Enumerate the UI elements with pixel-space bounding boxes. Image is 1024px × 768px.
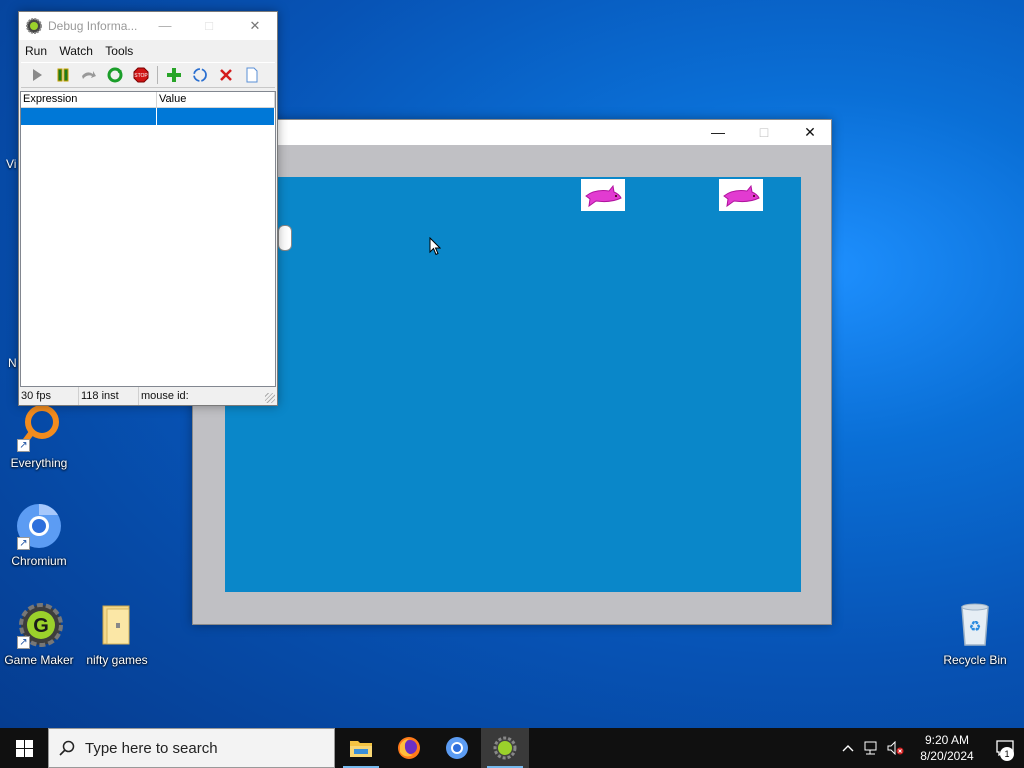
file-explorer-icon bbox=[350, 741, 372, 757]
desktop-icon-label: nifty games bbox=[86, 653, 148, 667]
svg-text:G: G bbox=[33, 615, 49, 637]
game-maker-app-icon bbox=[26, 18, 42, 37]
notification-center-button[interactable]: 1 bbox=[986, 728, 1024, 768]
mouse-cursor-icon bbox=[429, 236, 442, 259]
game-maker-icon: G ↗ bbox=[15, 601, 63, 649]
step-icon[interactable] bbox=[76, 64, 102, 86]
shark-icon bbox=[581, 179, 625, 211]
desktop-icon-label: Recycle Bin bbox=[943, 653, 1007, 667]
status-fps: 30 fps bbox=[19, 387, 79, 405]
taskbar-search-box[interactable]: Type here to search bbox=[48, 728, 335, 768]
taskbar-chromium[interactable] bbox=[433, 728, 481, 768]
desktop-icon-label: Game Maker bbox=[4, 653, 74, 667]
debug-information-window[interactable]: Debug Informa... — □ ✕ Run Watch Tools S… bbox=[18, 11, 278, 406]
start-button[interactable] bbox=[0, 728, 48, 768]
network-icon[interactable] bbox=[860, 728, 884, 768]
notification-count-badge: 1 bbox=[1000, 747, 1014, 761]
desktop-icon-everything[interactable]: ↗ Everything bbox=[0, 404, 78, 470]
debug-menubar: Run Watch Tools bbox=[19, 40, 277, 62]
game-window-titlebar[interactable]: — □ ✕ bbox=[193, 120, 831, 145]
add-watch-icon[interactable] bbox=[161, 64, 187, 86]
recycle-bin-icon: ♻ bbox=[951, 601, 999, 649]
menu-tools[interactable]: Tools bbox=[101, 40, 138, 58]
desktop-icon-nifty-games[interactable]: nifty games bbox=[78, 601, 156, 667]
watch-list-header: Expression Value bbox=[21, 92, 275, 108]
status-mouse-id: mouse id: bbox=[141, 390, 189, 402]
debug-window-title: Debug Informa... bbox=[48, 19, 138, 33]
status-instances: 118 inst bbox=[79, 387, 139, 405]
volume-muted-icon[interactable] bbox=[884, 728, 908, 768]
clock-time: 9:20 AM bbox=[924, 733, 970, 747]
windows-logo-icon bbox=[15, 739, 33, 757]
delete-watch-icon[interactable] bbox=[213, 64, 239, 86]
chevron-up-icon[interactable] bbox=[836, 728, 860, 768]
menu-run[interactable]: Run bbox=[21, 40, 52, 58]
search-placeholder: Type here to search bbox=[85, 739, 218, 757]
folder-icon bbox=[93, 601, 141, 649]
value-cell[interactable] bbox=[157, 108, 275, 125]
column-header-value[interactable]: Value bbox=[157, 92, 275, 107]
shark-icon bbox=[719, 179, 763, 211]
stop-icon[interactable]: STOP bbox=[128, 64, 154, 86]
taskbar-firefox[interactable] bbox=[385, 728, 433, 768]
desktop-partial-label: N bbox=[8, 356, 17, 370]
maximize-button[interactable]: □ bbox=[187, 12, 231, 40]
close-button[interactable]: ✕ bbox=[233, 12, 277, 40]
desktop-icon-recycle-bin[interactable]: ♻ Recycle Bin bbox=[936, 601, 1014, 667]
resize-grip[interactable] bbox=[265, 393, 275, 403]
system-tray: 9:20 AM 8/20/2024 1 bbox=[836, 728, 1024, 768]
toolbar-separator bbox=[157, 66, 158, 84]
debug-statusbar: 30 fps 118 inst mouse id: bbox=[19, 387, 277, 405]
desktop-partial-label: Vi bbox=[6, 157, 17, 171]
menu-watch[interactable]: Watch bbox=[55, 40, 98, 58]
svg-text:♻: ♻ bbox=[969, 619, 982, 635]
debug-toolbar: STOP bbox=[21, 62, 275, 88]
expression-cell[interactable] bbox=[21, 108, 157, 125]
troll-face-icon bbox=[278, 225, 292, 251]
maximize-button[interactable]: □ bbox=[741, 120, 787, 145]
firefox-icon bbox=[398, 737, 420, 759]
pause-icon[interactable] bbox=[50, 64, 76, 86]
close-button[interactable]: ✕ bbox=[787, 120, 833, 145]
desktop-icon-chromium[interactable]: ↗ Chromium bbox=[0, 502, 78, 568]
game-window[interactable]: — □ ✕ bbox=[192, 119, 832, 625]
shortcut-arrow-icon: ↗ bbox=[17, 636, 30, 649]
taskbar-clock[interactable]: 9:20 AM 8/20/2024 bbox=[908, 732, 986, 764]
shortcut-arrow-icon: ↗ bbox=[17, 537, 30, 550]
search-icon bbox=[59, 740, 75, 756]
refresh-icon[interactable] bbox=[187, 64, 213, 86]
watch-list[interactable]: Expression Value bbox=[20, 91, 276, 387]
desktop-icon-game-maker[interactable]: G ↗ Game Maker bbox=[0, 601, 78, 667]
chromium-icon: ↗ bbox=[15, 502, 63, 550]
taskbar-game-maker[interactable] bbox=[481, 728, 529, 768]
run-icon[interactable] bbox=[24, 64, 50, 86]
minimize-button[interactable]: — bbox=[143, 12, 187, 40]
shortcut-arrow-icon: ↗ bbox=[17, 439, 30, 452]
watch-list-row-selected[interactable] bbox=[21, 108, 275, 125]
clock-date: 8/20/2024 bbox=[920, 749, 974, 763]
game-room-canvas[interactable] bbox=[225, 177, 801, 592]
column-header-expression[interactable]: Expression bbox=[21, 92, 157, 107]
svg-text:STOP: STOP bbox=[134, 73, 148, 79]
chromium-icon bbox=[446, 737, 468, 759]
clear-icon[interactable] bbox=[239, 64, 265, 86]
taskbar: Type here to search 9:20 AM 8/20/2024 1 bbox=[0, 728, 1024, 768]
restart-icon[interactable] bbox=[102, 64, 128, 86]
desktop-icon-label: Chromium bbox=[11, 554, 67, 568]
minimize-button[interactable]: — bbox=[695, 120, 741, 145]
debug-window-titlebar[interactable]: Debug Informa... — □ ✕ bbox=[19, 12, 277, 40]
game-maker-icon bbox=[493, 736, 517, 760]
everything-icon: ↗ bbox=[15, 404, 63, 452]
taskbar-file-explorer[interactable] bbox=[337, 728, 385, 768]
desktop-icon-label: Everything bbox=[10, 456, 68, 470]
